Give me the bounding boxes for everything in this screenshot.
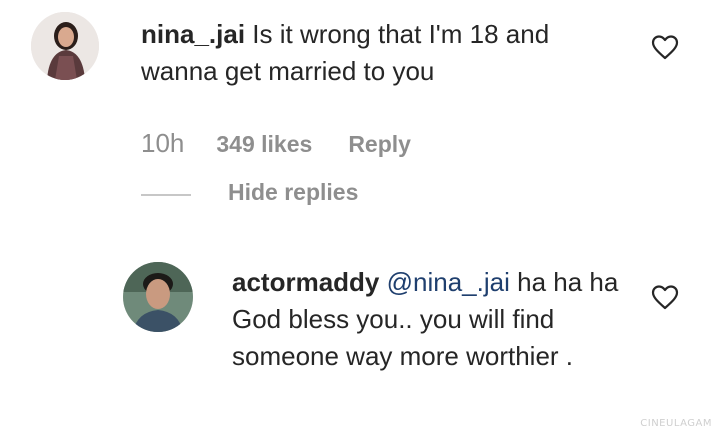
hide-replies-button[interactable]: Hide replies (228, 179, 358, 206)
reply-body: actormaddy @nina_.jai ha ha ha God bless… (232, 264, 627, 375)
avatar-nina[interactable] (31, 12, 99, 80)
comment-body: nina_.jai Is it wrong that I'm 18 and wa… (141, 16, 631, 90)
comment-time: 10h (141, 128, 185, 158)
comment-username[interactable]: nina_.jai (141, 19, 245, 49)
avatar-actormaddy[interactable] (123, 262, 193, 332)
reply-username[interactable]: actormaddy (232, 267, 379, 297)
heart-outline-icon[interactable] (651, 34, 679, 60)
reply-button[interactable]: Reply (348, 131, 411, 158)
heart-outline-icon[interactable] (651, 284, 679, 310)
hide-replies-divider (141, 194, 191, 196)
comment-likes[interactable]: 349 likes (216, 131, 312, 158)
reply-mention[interactable]: @nina_.jai (387, 267, 510, 297)
comment-meta: 10h 349 likes Reply (141, 128, 411, 159)
watermark: CINEULAGAM (640, 418, 712, 429)
